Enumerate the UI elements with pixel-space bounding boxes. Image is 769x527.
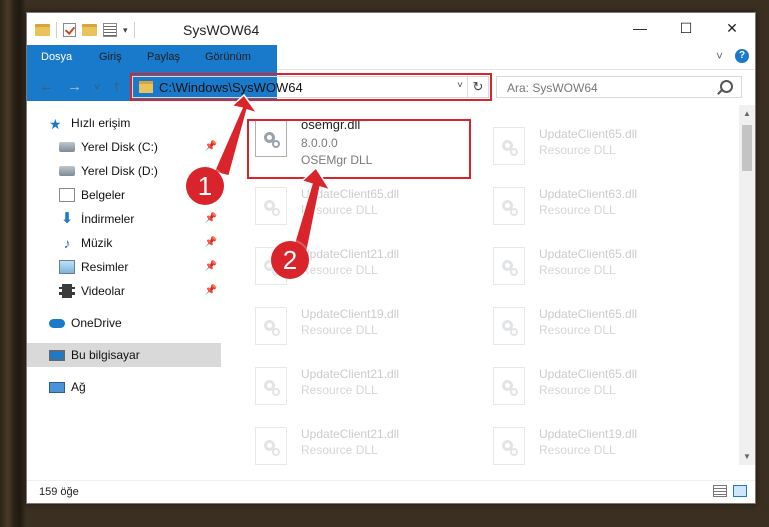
callout-1: 1	[186, 167, 224, 205]
arrow-1	[212, 93, 259, 177]
callout-2: 2	[271, 241, 309, 279]
annotation-arrows	[212, 93, 332, 258]
